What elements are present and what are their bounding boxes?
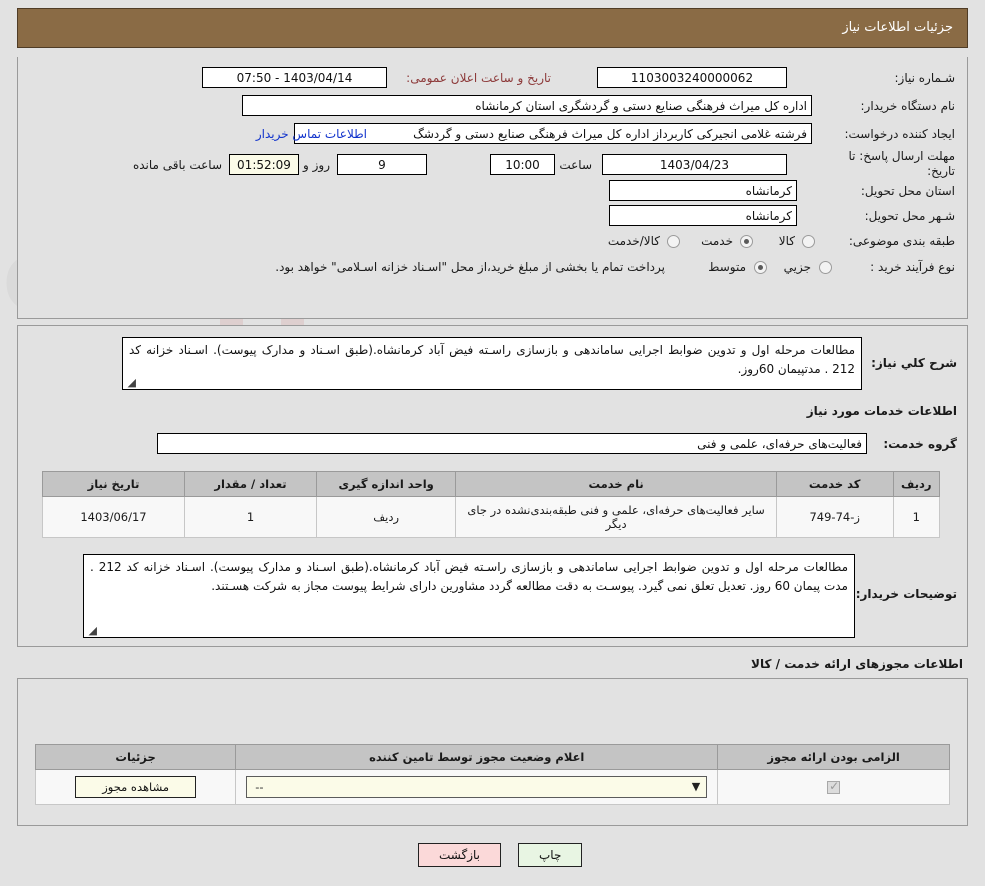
- deadline-date-value: 1403/04/23: [602, 154, 787, 175]
- city-value: کرمانشاه: [609, 205, 797, 226]
- deadline-time-value: 10:00: [490, 154, 555, 175]
- cell-name: سایر فعالیت‌های حرفه‌ای، علمی و فنی طبقه…: [455, 496, 777, 538]
- permits-section-title: اطلاعات مجوزهای ارائه خدمت / کالا: [751, 657, 963, 671]
- buyer-org-value: اداره کل میراث فرهنگی صنایع دستی و گردشگ…: [242, 95, 812, 116]
- radio-label-khedmat: خدمت: [701, 234, 733, 248]
- table-row: 1 ز-74-749 سایر فعالیت‌های حرفه‌ای، علمی…: [42, 496, 941, 538]
- permits-panel: الزامی بودن ارائه مجوز اعلام وضعیت مجوز …: [17, 678, 968, 826]
- print-button[interactable]: چاپ: [518, 843, 583, 867]
- remaining-time-value: 01:52:09: [229, 154, 299, 175]
- province-label: استان محل تحویل:: [860, 184, 955, 198]
- cell-permit-details: مشاهده مجوز: [34, 769, 237, 805]
- radio-category-kala[interactable]: [802, 235, 815, 248]
- col-row: ردیف: [892, 471, 941, 497]
- col-date: تاریخ نیاز: [42, 471, 185, 497]
- cell-code: ز-74-749: [775, 496, 894, 538]
- col-unit: واحد اندازه گیری: [315, 471, 457, 497]
- cell-permit-status: ▼ --: [235, 769, 719, 805]
- window-titlebar: جزئیات اطلاعات نیاز: [17, 8, 968, 48]
- city-label: شـهر محل تحویل:: [864, 209, 955, 223]
- col-name: نام خدمت: [455, 471, 777, 497]
- need-number-value: 1103003240000062: [597, 67, 787, 88]
- remaining-days-value: 9: [337, 154, 427, 175]
- resize-grip-icon[interactable]: ◢: [126, 377, 136, 388]
- back-button[interactable]: بازگشت: [418, 843, 501, 867]
- remaining-days-label: روز و: [303, 158, 330, 172]
- chevron-down-icon: ▼: [691, 780, 701, 793]
- col-code: کد خدمت: [775, 471, 894, 497]
- need-info-panel: شـماره نیاز: 1103003240000062 تاریخ و سا…: [17, 57, 968, 319]
- category-label: طبقه بندی موضوعی:: [848, 234, 955, 248]
- radio-label-kala: کالا: [778, 234, 795, 248]
- radio-label-kala-khedmat: کالا/خدمت: [607, 234, 660, 248]
- service-group-label: گروه خدمت:: [883, 437, 957, 451]
- radio-category-kala-khedmat[interactable]: [667, 235, 680, 248]
- creator-label: ایجاد کننده درخواست:: [844, 127, 955, 141]
- services-table: ردیف کد خدمت نام خدمت واحد اندازه گیری ت…: [42, 471, 941, 538]
- remaining-time-label: ساعت باقی مانده: [132, 158, 222, 172]
- summary-textarea[interactable]: مطالعات مرحله اول و تدوین ضوابط اجرایی س…: [122, 337, 862, 390]
- province-value: کرمانشاه: [609, 180, 797, 201]
- service-group-value: فعالیت‌های حرفه‌ای، علمی و فنی: [157, 433, 867, 454]
- col-qty: تعداد / مقدار: [184, 471, 317, 497]
- summary-text: مطالعات مرحله اول و تدوین ضوابط اجرایی س…: [129, 343, 855, 376]
- permit-required-checkbox: [827, 779, 841, 794]
- radio-label-motavaset: متوسط: [708, 260, 746, 274]
- cell-date: 1403/06/17: [42, 496, 185, 538]
- services-section-title: اطلاعات خدمات مورد نیاز: [806, 404, 957, 418]
- deadline-hour-label: ساعت: [559, 158, 592, 172]
- col-permit-details: جزئیات: [34, 744, 237, 770]
- buyer-notes-textarea[interactable]: مطالعات مرحله اول و تدوین ضوابط اجرایی س…: [83, 554, 855, 638]
- announce-label: تاریخ و ساعت اعلان عمومی:: [406, 71, 551, 85]
- buyer-notes-text: مطالعات مرحله اول و تدوین ضوابط اجرایی س…: [90, 560, 848, 593]
- cell-row: 1: [892, 496, 941, 538]
- col-permit-status: اعلام وضعیت مجوز توسط تامین کننده: [235, 744, 719, 770]
- announce-value: 1403/04/14 - 07:50: [202, 67, 387, 88]
- buyer-notes-label: توضیحات خریدار:: [855, 587, 957, 601]
- buyer-org-label: نام دستگاه خریدار:: [860, 99, 956, 113]
- buyer-contact-link[interactable]: اطلاعات تماس خریدار: [256, 127, 367, 141]
- cell-qty: 1: [184, 496, 317, 538]
- radio-category-khedmat[interactable]: [740, 235, 753, 248]
- radio-label-jozee: جزیي: [783, 260, 811, 274]
- summary-label: شرح کلي نیاز:: [871, 356, 957, 370]
- resize-grip-icon[interactable]: ◢: [87, 625, 97, 636]
- need-number-label: شـماره نیاز:: [894, 71, 955, 85]
- permits-table-header-row: الزامی بودن ارائه مجوز اعلام وضعیت مجوز …: [34, 744, 950, 770]
- services-table-header-row: ردیف کد خدمت نام خدمت واحد اندازه گیری ت…: [42, 471, 941, 497]
- page-title: جزئیات اطلاعات نیاز: [842, 20, 953, 35]
- col-permit-required: الزامی بودن ارائه مجوز: [717, 744, 950, 770]
- permit-status-select[interactable]: ▼ --: [246, 776, 708, 798]
- cell-permit-required: [717, 769, 950, 805]
- deadline-label: مهلت ارسال پاسخ: تا تاریخ:: [848, 149, 955, 178]
- creator-value: فرشته غلامی انجیرکی کاربرداز اداره کل می…: [294, 123, 812, 144]
- services-panel: شرح کلي نیاز: مطالعات مرحله اول و تدوین …: [17, 325, 968, 647]
- permits-table: الزامی بودن ارائه مجوز اعلام وضعیت مجوز …: [34, 744, 950, 805]
- table-row: ▼ -- مشاهده مجوز: [34, 769, 950, 805]
- permit-status-value: --: [255, 780, 264, 794]
- radio-process-motavaset[interactable]: [754, 261, 767, 274]
- radio-process-jozee[interactable]: [819, 261, 832, 274]
- payment-note: پرداخت تمام یا بخشی از مبلغ خرید،از محل …: [275, 260, 665, 274]
- cell-unit: ردیف: [315, 496, 457, 538]
- view-permit-button[interactable]: مشاهده مجوز: [75, 776, 196, 798]
- process-label: نوع فرآیند خرید :: [870, 260, 955, 274]
